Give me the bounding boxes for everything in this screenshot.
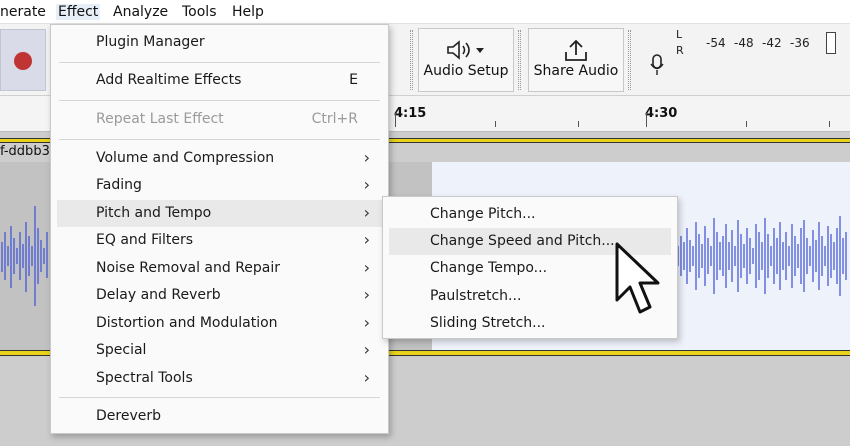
menu-item-label: Special [96, 342, 147, 358]
menu-separator [59, 397, 380, 398]
menu-item-pitch-and-tempo[interactable]: Pitch and Tempo › [57, 200, 382, 227]
menu-item-label: Spectral Tools [96, 370, 193, 386]
menu-item-shortcut: Ctrl+R [311, 111, 358, 127]
effect-menu: Plugin Manager Add Realtime Effects E Re… [50, 24, 389, 434]
chevron-right-icon: › [363, 258, 370, 277]
menu-item-label: EQ and Filters [96, 232, 194, 248]
chevron-right-icon: › [363, 368, 370, 387]
menu-item-label: Pitch and Tempo [96, 205, 212, 221]
chevron-right-icon: › [363, 175, 370, 194]
chevron-right-icon: › [363, 230, 370, 249]
menu-item-delay-and-reverb[interactable]: Delay and Reverb › [51, 282, 388, 309]
menu-help[interactable]: Help [232, 4, 264, 20]
menu-tools[interactable]: Tools [182, 4, 217, 20]
menu-item-noise-removal-and-repair[interactable]: Noise Removal and Repair › [51, 255, 388, 282]
menu-item-label: Delay and Reverb [96, 287, 221, 303]
meter-slider-handle[interactable] [826, 32, 836, 54]
meter-scale-tick: -54 [706, 36, 726, 50]
menu-item-plugin-manager[interactable]: Plugin Manager [51, 29, 388, 56]
record-icon[interactable] [14, 52, 32, 70]
chevron-right-icon: › [363, 285, 370, 304]
toolbar-grip[interactable] [518, 30, 521, 90]
meter-left-label: L [676, 28, 683, 41]
menu-item-shortcut: E [349, 72, 358, 88]
submenu-item-label: Sliding Stretch... [430, 315, 546, 331]
menu-item-eq-and-filters[interactable]: EQ and Filters › [51, 227, 388, 254]
menu-item-label: Plugin Manager [96, 34, 205, 50]
menu-item-dereverb[interactable]: Dereverb [51, 403, 388, 430]
menu-item-spectral-tools[interactable]: Spectral Tools › [51, 365, 388, 392]
menu-item-label: Noise Removal and Repair [96, 260, 281, 276]
menu-item-special[interactable]: Special › [51, 337, 388, 364]
menu-item-repeat-last-effect: Repeat Last Effect Ctrl+R [51, 106, 388, 133]
audio-setup-label: Audio Setup [423, 63, 509, 79]
timeline-mark: 4:15 [394, 106, 427, 121]
meter-right-label: R [676, 44, 684, 57]
menu-item-label: Dereverb [96, 408, 161, 424]
chevron-right-icon: › [363, 203, 370, 222]
meter-scale-tick: -48 [734, 36, 754, 50]
meter-scale-tick: -36 [790, 36, 810, 50]
menu-item-volume-and-compression[interactable]: Volume and Compression › [51, 145, 388, 172]
clip-name[interactable]: f-ddbb3 [0, 144, 50, 159]
toolbar-grip[interactable] [628, 30, 631, 90]
menu-item-label: Volume and Compression [96, 150, 275, 166]
share-audio-label: Share Audio [533, 63, 619, 79]
audio-setup-button[interactable]: Audio Setup [418, 28, 514, 92]
menu-generate[interactable]: nerate [0, 4, 46, 20]
share-audio-button[interactable]: Share Audio [528, 28, 624, 92]
menu-analyze[interactable]: Analyze [113, 4, 168, 20]
submenu-item-label: Change Pitch... [430, 206, 536, 222]
menu-item-label: Fading [96, 177, 142, 193]
meter-scale-tick: -42 [762, 36, 782, 50]
submenu-item-label: Change Tempo... [430, 260, 548, 276]
menu-separator [59, 100, 380, 101]
menu-bar: nerate Effect Analyze Tools Help [0, 0, 850, 24]
submenu-item-change-pitch[interactable]: Change Pitch... [389, 201, 671, 228]
menu-item-fading[interactable]: Fading › [51, 172, 388, 199]
toolbar-grip[interactable] [410, 30, 413, 90]
submenu-item-label: Change Speed and Pitch... [430, 233, 615, 249]
timeline-mark: 4:30 [645, 106, 678, 121]
chevron-right-icon: › [363, 340, 370, 359]
chevron-right-icon: › [363, 148, 370, 167]
menu-item-distortion-and-modulation[interactable]: Distortion and Modulation › [51, 310, 388, 337]
menu-separator [59, 62, 380, 63]
speaker-icon [419, 39, 513, 66]
submenu-item-label: Paulstretch... [430, 288, 522, 304]
menu-item-label: Repeat Last Effect [96, 111, 224, 127]
menu-item-label: Distortion and Modulation [96, 315, 278, 331]
menu-effect[interactable]: Effect [56, 4, 101, 20]
chevron-right-icon: › [363, 313, 370, 332]
mouse-cursor-icon [615, 242, 660, 314]
menu-item-label: Add Realtime Effects [96, 72, 242, 88]
menu-separator [59, 139, 380, 140]
menu-item-add-realtime-effects[interactable]: Add Realtime Effects E [51, 67, 388, 94]
microphone-icon[interactable] [650, 54, 664, 76]
